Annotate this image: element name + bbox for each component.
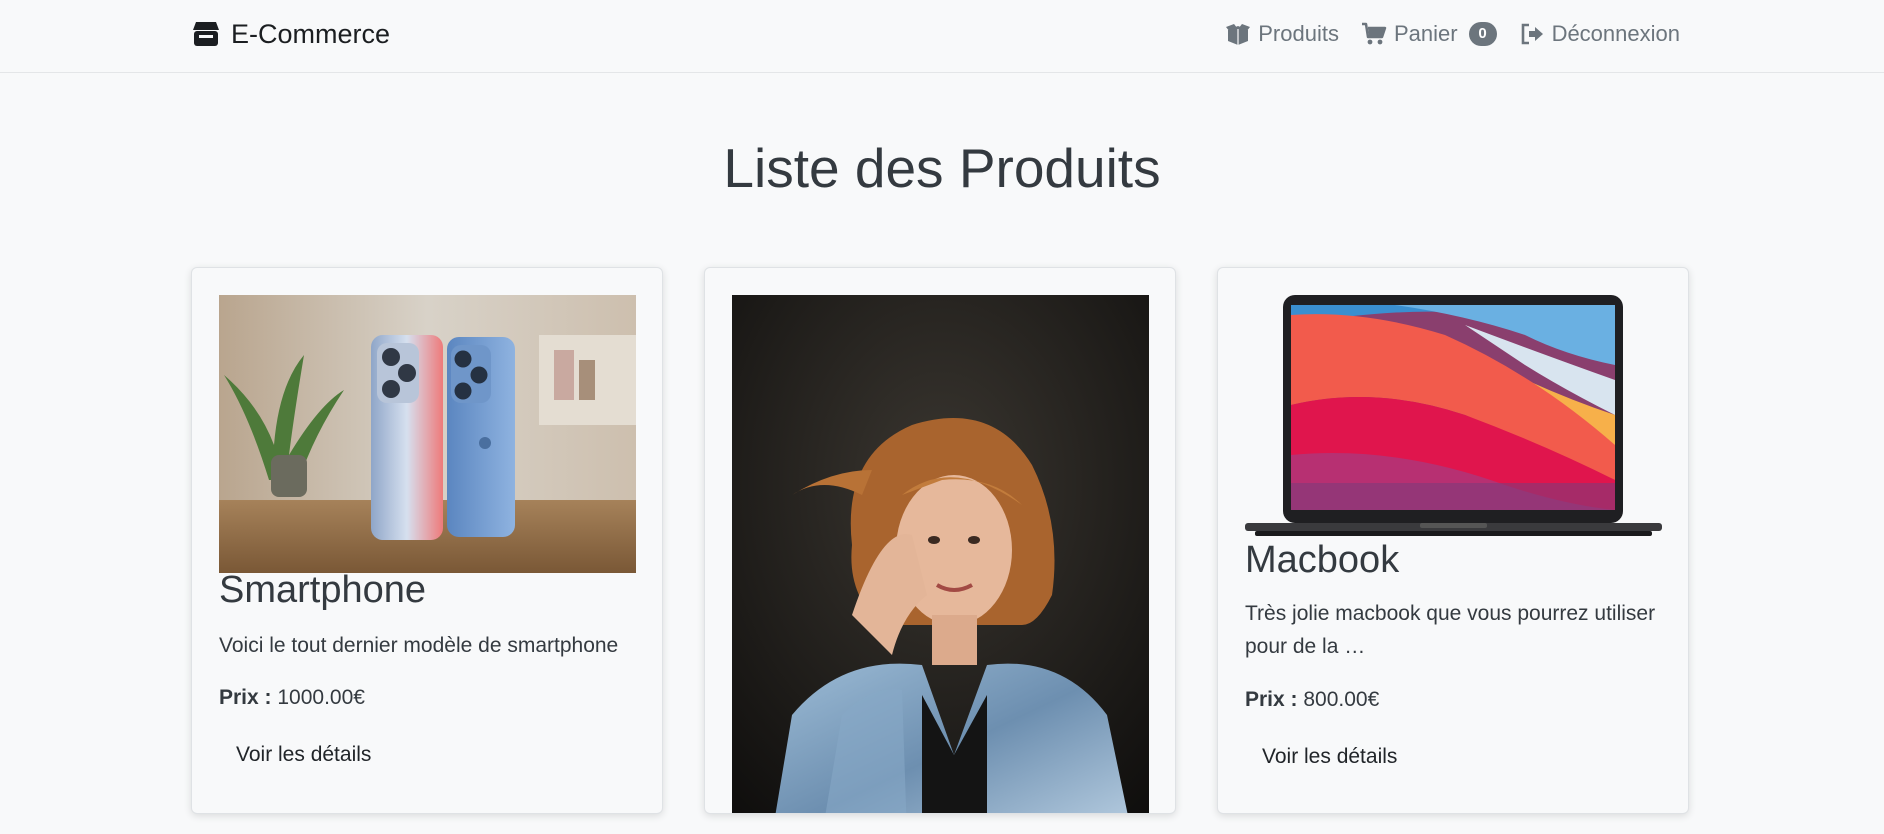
product-name: Smartphone (219, 569, 427, 611)
price-value: 1000.00€ (277, 686, 365, 709)
cart-count-badge: 0 (1468, 22, 1497, 46)
view-details-button[interactable]: Voir les détails (1245, 737, 1414, 777)
macbook-photo (1245, 295, 1662, 536)
price-value: 800.00€ (1303, 688, 1380, 711)
brand-label: E-Commerce (231, 18, 391, 49)
nav-link-panier[interactable]: Panier 0 (1361, 21, 1497, 47)
top-navbar: E-Commerce Produits Panier 0 Déconnexion (0, 0, 1884, 73)
nav-link-deconnexion[interactable]: Déconnexion (1519, 21, 1680, 47)
smartphone-photo (219, 295, 636, 573)
woman-portrait-photo (732, 295, 1149, 813)
product-card-portrait (704, 267, 1176, 814)
nav-link-deconnexion-label: Déconnexion (1551, 21, 1680, 46)
product-price: Prix : 1000.00€ (219, 686, 365, 710)
product-card-smartphone: Smartphone Voici le tout dernier modèle … (191, 267, 663, 814)
product-description: Voici le tout dernier modèle de smartpho… (219, 634, 619, 657)
product-name: Macbook (1245, 539, 1400, 581)
box-open-icon (1225, 21, 1251, 47)
store-icon (191, 19, 221, 49)
price-label: Prix : (1245, 688, 1298, 711)
nav-link-panier-label: Panier (1393, 21, 1458, 46)
cart-icon (1361, 21, 1387, 47)
brand-link[interactable]: E-Commerce (191, 14, 390, 54)
product-price: Prix : 800.00€ (1245, 688, 1379, 712)
view-details-button[interactable]: Voir les détails (219, 735, 388, 775)
product-card-macbook: Macbook Très jolie macbook que vous pour… (1217, 267, 1689, 814)
product-description: Très jolie macbook que vous pourrez util… (1245, 602, 1656, 658)
sign-out-icon (1519, 21, 1545, 47)
nav-link-produits-label: Produits (1258, 21, 1339, 46)
page-title: Liste des Produits (723, 137, 1161, 199)
nav-links: Produits Panier 0 Déconnexion (1225, 14, 1680, 54)
price-label: Prix : (219, 686, 272, 709)
nav-link-produits[interactable]: Produits (1225, 21, 1339, 47)
